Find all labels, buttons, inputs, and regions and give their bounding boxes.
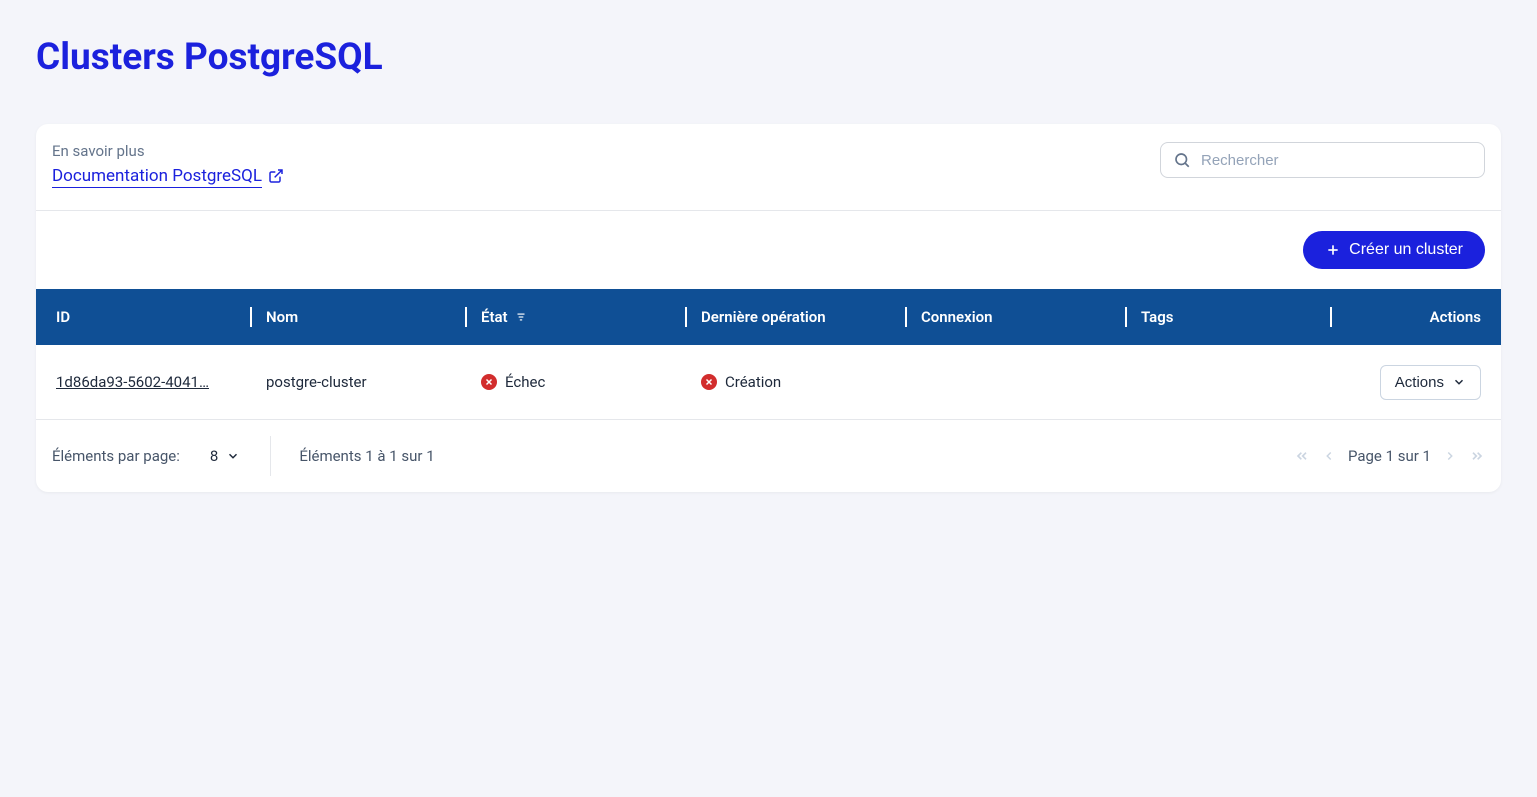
- chevron-down-icon: [1452, 375, 1466, 389]
- search-icon: [1173, 151, 1191, 169]
- th-nom[interactable]: Nom: [258, 308, 473, 326]
- actions-label: Actions: [1395, 374, 1444, 391]
- cluster-op-text: Création: [725, 373, 781, 391]
- external-link-icon: [268, 168, 284, 184]
- pagination-range: Éléments 1 à 1 sur 1: [299, 447, 434, 465]
- th-id[interactable]: ID: [48, 308, 258, 326]
- cluster-name: postgre-cluster: [258, 373, 473, 391]
- first-page-button[interactable]: [1294, 448, 1310, 464]
- documentation-link[interactable]: Documentation PostgreSQL: [52, 166, 284, 186]
- plus-icon: [1325, 242, 1341, 258]
- th-etat-label: État: [481, 308, 508, 326]
- per-page-label: Éléments par page:: [52, 447, 180, 465]
- table-header: ID Nom État Dernière opération Connexion…: [36, 289, 1501, 345]
- page-info: Page 1 sur 1: [1348, 447, 1431, 465]
- cluster-op: Création: [693, 373, 913, 391]
- cluster-status: Échec: [473, 373, 693, 391]
- pagination: Éléments par page: 8 Éléments 1 à 1 sur …: [36, 420, 1501, 492]
- clusters-table: ID Nom État Dernière opération Connexion…: [36, 289, 1501, 420]
- page-title: Clusters PostgreSQL: [36, 36, 1501, 79]
- create-cluster-button[interactable]: Créer un cluster: [1303, 231, 1485, 269]
- learn-more-section: En savoir plus Documentation PostgreSQL: [52, 142, 284, 186]
- per-page-value: 8: [210, 447, 218, 465]
- cluster-id-link[interactable]: 1d86da93-5602-4041…: [48, 373, 258, 391]
- next-page-button[interactable]: [1443, 449, 1457, 463]
- error-icon: [701, 374, 717, 390]
- per-page-select[interactable]: 8: [210, 447, 240, 465]
- doc-link-text: Documentation PostgreSQL: [52, 166, 262, 186]
- table-row: 1d86da93-5602-4041… postgre-cluster Éche…: [36, 345, 1501, 420]
- sort-icon: [514, 310, 528, 324]
- th-tags[interactable]: Tags: [1133, 308, 1338, 326]
- chevron-down-icon: [226, 449, 240, 463]
- prev-page-button[interactable]: [1322, 449, 1336, 463]
- search-box[interactable]: [1160, 142, 1485, 178]
- th-conn[interactable]: Connexion: [913, 308, 1133, 326]
- th-etat[interactable]: État: [473, 308, 693, 326]
- th-op[interactable]: Dernière opération: [693, 308, 913, 326]
- th-actions: Actions: [1338, 308, 1489, 326]
- clusters-card: En savoir plus Documentation PostgreSQL: [36, 124, 1501, 492]
- error-icon: [481, 374, 497, 390]
- search-input[interactable]: [1201, 152, 1472, 169]
- last-page-button[interactable]: [1469, 448, 1485, 464]
- create-cluster-label: Créer un cluster: [1349, 241, 1463, 259]
- row-actions-button[interactable]: Actions: [1380, 365, 1481, 400]
- cluster-status-text: Échec: [505, 373, 545, 391]
- learn-more-label: En savoir plus: [52, 142, 284, 160]
